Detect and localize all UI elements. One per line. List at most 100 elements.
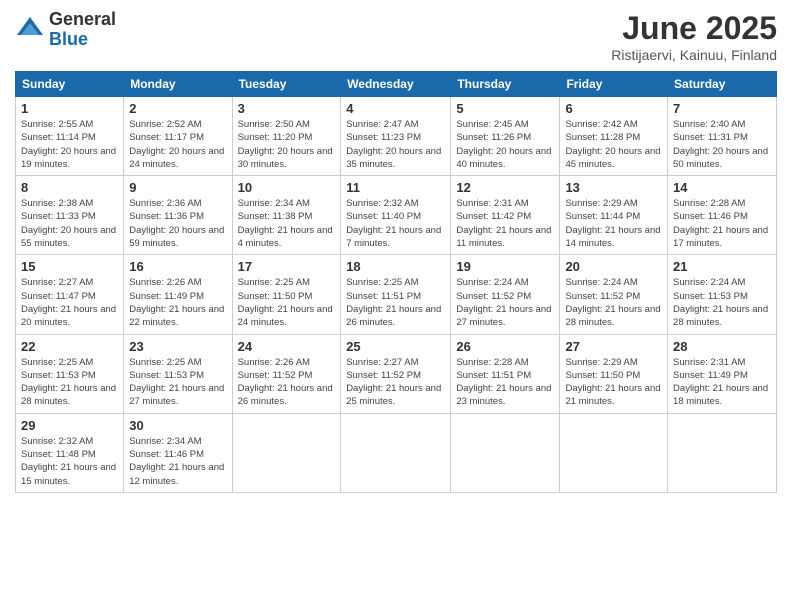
calendar-week-2: 8 Sunrise: 2:38 AM Sunset: 11:33 PM Dayli… bbox=[16, 176, 777, 255]
calendar-cell: 26Sunrise: 2:28 AM Sunset: 11:51 PM Dayl… bbox=[451, 334, 560, 413]
calendar-header-friday: Friday bbox=[560, 72, 668, 97]
day-detail: Sunrise: 2:34 AM Sunset: 11:46 PM Daylig… bbox=[129, 435, 226, 488]
calendar-cell: 16Sunrise: 2:26 AM Sunset: 11:49 PM Dayl… bbox=[124, 255, 232, 334]
day-detail: Sunrise: 2:26 AM Sunset: 11:49 PM Daylig… bbox=[129, 276, 226, 329]
calendar-cell: 3Sunrise: 2:50 AM Sunset: 11:20 PM Dayli… bbox=[232, 97, 341, 176]
day-detail: Sunrise: 2:31 AM Sunset: 11:49 PM Daylig… bbox=[673, 356, 771, 409]
day-detail: Sunrise: 2:52 AM Sunset: 11:17 PM Daylig… bbox=[129, 118, 226, 171]
calendar-cell: 14Sunrise: 2:28 AM Sunset: 11:46 PM Dayl… bbox=[668, 176, 777, 255]
calendar-cell: 8 Sunrise: 2:38 AM Sunset: 11:33 PM Dayli… bbox=[16, 176, 124, 255]
day-number: 26 bbox=[456, 339, 554, 354]
day-number: 13 bbox=[565, 180, 662, 195]
day-number: 30 bbox=[129, 418, 226, 433]
logo-icon bbox=[15, 15, 45, 45]
day-detail: Sunrise: 2:25 AM Sunset: 11:51 PM Daylig… bbox=[346, 276, 445, 329]
calendar-header-wednesday: Wednesday bbox=[341, 72, 451, 97]
calendar-table: SundayMondayTuesdayWednesdayThursdayFrid… bbox=[15, 71, 777, 493]
day-detail: Sunrise: 2:29 AM Sunset: 11:50 PM Daylig… bbox=[565, 356, 662, 409]
calendar-cell: 4Sunrise: 2:47 AM Sunset: 11:23 PM Dayli… bbox=[341, 97, 451, 176]
day-number: 27 bbox=[565, 339, 662, 354]
calendar-cell bbox=[451, 413, 560, 492]
day-number: 21 bbox=[673, 259, 771, 274]
calendar-header-tuesday: Tuesday bbox=[232, 72, 341, 97]
logo-blue-text: Blue bbox=[49, 30, 116, 50]
day-number: 14 bbox=[673, 180, 771, 195]
day-detail: Sunrise: 2:25 AM Sunset: 11:53 PM Daylig… bbox=[21, 356, 118, 409]
calendar-cell: 20 Sunrise: 2:24 AM Sunset: 11:52 PM Dayl… bbox=[560, 255, 668, 334]
calendar-cell bbox=[232, 413, 341, 492]
day-detail: Sunrise: 2:27 AM Sunset: 11:47 PM Daylig… bbox=[21, 276, 118, 329]
day-number: 8 bbox=[21, 180, 118, 195]
calendar-cell: 19Sunrise: 2:24 AM Sunset: 11:52 PM Dayl… bbox=[451, 255, 560, 334]
day-number: 12 bbox=[456, 180, 554, 195]
calendar-header-saturday: Saturday bbox=[668, 72, 777, 97]
day-number: 29 bbox=[21, 418, 118, 433]
calendar-cell: 30 Sunrise: 2:34 AM Sunset: 11:46 PM Dayl… bbox=[124, 413, 232, 492]
day-detail: Sunrise: 2:38 AM Sunset: 11:33 PM Daylig… bbox=[21, 197, 118, 250]
day-detail: Sunrise: 2:55 AM Sunset: 11:14 PM Daylig… bbox=[21, 118, 118, 171]
header: General Blue June 2025 Ristijaervi, Kain… bbox=[15, 10, 777, 63]
day-detail: Sunrise: 2:32 AM Sunset: 11:40 PM Daylig… bbox=[346, 197, 445, 250]
day-detail: Sunrise: 2:26 AM Sunset: 11:52 PM Daylig… bbox=[238, 356, 336, 409]
logo-general-text: General bbox=[49, 10, 116, 30]
day-detail: Sunrise: 2:25 AM Sunset: 11:50 PM Daylig… bbox=[238, 276, 336, 329]
calendar-week-4: 22 Sunrise: 2:25 AM Sunset: 11:53 PM Dayl… bbox=[16, 334, 777, 413]
calendar-cell: 18 Sunrise: 2:25 AM Sunset: 11:51 PM Dayl… bbox=[341, 255, 451, 334]
day-number: 23 bbox=[129, 339, 226, 354]
calendar-cell bbox=[560, 413, 668, 492]
title-block: June 2025 Ristijaervi, Kainuu, Finland bbox=[611, 10, 777, 63]
day-detail: Sunrise: 2:29 AM Sunset: 11:44 PM Daylig… bbox=[565, 197, 662, 250]
day-detail: Sunrise: 2:45 AM Sunset: 11:26 PM Daylig… bbox=[456, 118, 554, 171]
calendar-cell: 11Sunrise: 2:32 AM Sunset: 11:40 PM Dayl… bbox=[341, 176, 451, 255]
day-number: 24 bbox=[238, 339, 336, 354]
day-number: 10 bbox=[238, 180, 336, 195]
day-detail: Sunrise: 2:34 AM Sunset: 11:38 PM Daylig… bbox=[238, 197, 336, 250]
day-number: 4 bbox=[346, 101, 445, 116]
day-detail: Sunrise: 2:24 AM Sunset: 11:52 PM Daylig… bbox=[565, 276, 662, 329]
day-number: 7 bbox=[673, 101, 771, 116]
calendar-cell: 10 Sunrise: 2:34 AM Sunset: 11:38 PM Dayl… bbox=[232, 176, 341, 255]
calendar-cell: 2 Sunrise: 2:52 AM Sunset: 11:17 PM Dayli… bbox=[124, 97, 232, 176]
calendar-week-1: 1 Sunrise: 2:55 AM Sunset: 11:14 PM Dayli… bbox=[16, 97, 777, 176]
day-detail: Sunrise: 2:27 AM Sunset: 11:52 PM Daylig… bbox=[346, 356, 445, 409]
day-number: 15 bbox=[21, 259, 118, 274]
day-number: 25 bbox=[346, 339, 445, 354]
calendar-cell bbox=[341, 413, 451, 492]
calendar-cell: 1 Sunrise: 2:55 AM Sunset: 11:14 PM Dayli… bbox=[16, 97, 124, 176]
calendar-header-row: SundayMondayTuesdayWednesdayThursdayFrid… bbox=[16, 72, 777, 97]
day-number: 1 bbox=[21, 101, 118, 116]
day-number: 6 bbox=[565, 101, 662, 116]
day-number: 3 bbox=[238, 101, 336, 116]
calendar-cell: 17Sunrise: 2:25 AM Sunset: 11:50 PM Dayl… bbox=[232, 255, 341, 334]
calendar-cell: 6 Sunrise: 2:42 AM Sunset: 11:28 PM Dayli… bbox=[560, 97, 668, 176]
logo: General Blue bbox=[15, 10, 116, 50]
day-number: 18 bbox=[346, 259, 445, 274]
day-number: 5 bbox=[456, 101, 554, 116]
day-detail: Sunrise: 2:32 AM Sunset: 11:48 PM Daylig… bbox=[21, 435, 118, 488]
calendar-cell: 7Sunrise: 2:40 AM Sunset: 11:31 PM Dayli… bbox=[668, 97, 777, 176]
day-number: 9 bbox=[129, 180, 226, 195]
day-number: 20 bbox=[565, 259, 662, 274]
logo-text: General Blue bbox=[49, 10, 116, 50]
calendar-cell: 27 Sunrise: 2:29 AM Sunset: 11:50 PM Dayl… bbox=[560, 334, 668, 413]
calendar-week-5: 29 Sunrise: 2:32 AM Sunset: 11:48 PM Dayl… bbox=[16, 413, 777, 492]
day-detail: Sunrise: 2:25 AM Sunset: 11:53 PM Daylig… bbox=[129, 356, 226, 409]
calendar-cell: 28 Sunrise: 2:31 AM Sunset: 11:49 PM Dayl… bbox=[668, 334, 777, 413]
calendar-header-monday: Monday bbox=[124, 72, 232, 97]
day-detail: Sunrise: 2:36 AM Sunset: 11:36 PM Daylig… bbox=[129, 197, 226, 250]
day-detail: Sunrise: 2:24 AM Sunset: 11:53 PM Daylig… bbox=[673, 276, 771, 329]
calendar-cell: 9 Sunrise: 2:36 AM Sunset: 11:36 PM Dayli… bbox=[124, 176, 232, 255]
page: General Blue June 2025 Ristijaervi, Kain… bbox=[0, 0, 792, 612]
day-detail: Sunrise: 2:31 AM Sunset: 11:42 PM Daylig… bbox=[456, 197, 554, 250]
day-detail: Sunrise: 2:42 AM Sunset: 11:28 PM Daylig… bbox=[565, 118, 662, 171]
calendar-cell: 13 Sunrise: 2:29 AM Sunset: 11:44 PM Dayl… bbox=[560, 176, 668, 255]
main-title: June 2025 bbox=[611, 10, 777, 47]
calendar-cell: 12 Sunrise: 2:31 AM Sunset: 11:42 PM Dayl… bbox=[451, 176, 560, 255]
calendar-header-thursday: Thursday bbox=[451, 72, 560, 97]
calendar-cell: 29 Sunrise: 2:32 AM Sunset: 11:48 PM Dayl… bbox=[16, 413, 124, 492]
calendar-cell: 24 Sunrise: 2:26 AM Sunset: 11:52 PM Dayl… bbox=[232, 334, 341, 413]
day-number: 22 bbox=[21, 339, 118, 354]
day-number: 2 bbox=[129, 101, 226, 116]
calendar-cell: 15 Sunrise: 2:27 AM Sunset: 11:47 PM Dayl… bbox=[16, 255, 124, 334]
day-number: 28 bbox=[673, 339, 771, 354]
